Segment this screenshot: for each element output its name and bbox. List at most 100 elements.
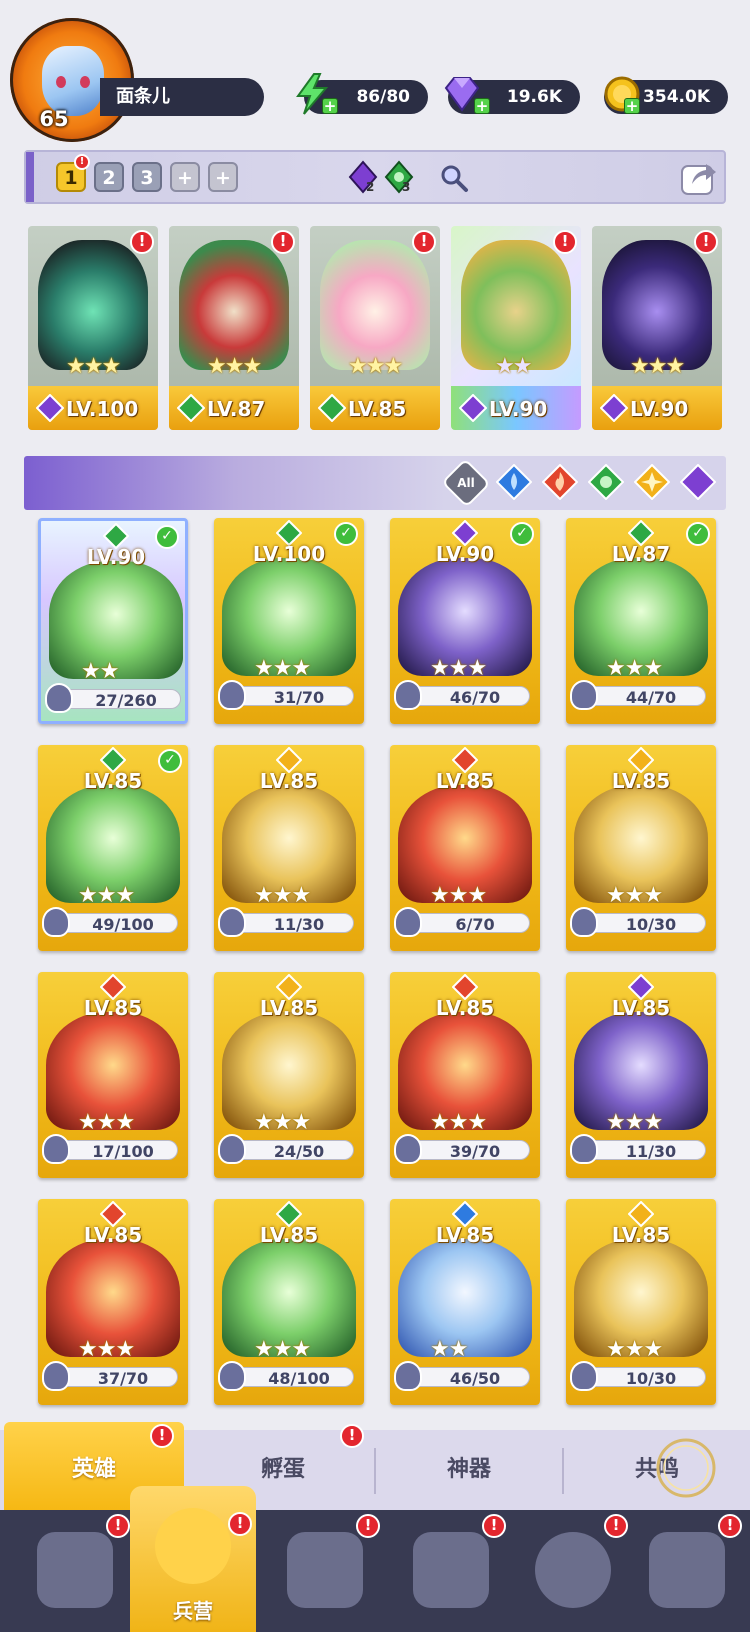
hero-level: LV.90	[435, 542, 495, 566]
hero-level: LV.85	[83, 996, 143, 1020]
level-band: LV.87	[169, 386, 299, 430]
add-team-slot-button[interactable]: +	[208, 162, 238, 192]
hero-level: LV.100	[252, 542, 326, 566]
team-hero-card[interactable]: ! ★★ LV.90	[451, 226, 581, 430]
level-band: LV.100	[28, 386, 158, 430]
nav-clan[interactable]: !	[624, 1510, 750, 1632]
bottom-nav: ! ! 兵营 ! ! ! !	[0, 1486, 750, 1632]
hero-portrait	[320, 240, 430, 370]
shard-count: 10/30	[625, 915, 677, 934]
hero-card[interactable]: LV.85 ★★★ 17/100	[38, 972, 188, 1178]
team-hero-card[interactable]: ! ★★★ LV.87	[169, 226, 299, 430]
team-slot-2[interactable]: 2	[94, 162, 124, 192]
alert-badge: !	[228, 1512, 252, 1536]
shard-count: 11/30	[625, 1142, 677, 1161]
player-level: 65	[39, 107, 69, 131]
in-team-check-icon: ✓	[510, 522, 534, 546]
hero-level: LV.100	[66, 397, 139, 421]
filter-light-icon[interactable]	[634, 464, 670, 500]
banner-icon	[649, 1532, 725, 1608]
mushroom-house-icon	[535, 1532, 611, 1608]
nav-cards[interactable]: !	[12, 1510, 138, 1632]
barracks-fist-icon	[155, 1508, 231, 1584]
hero-card[interactable]: LV.87 ✓ ★★★ 44/70	[566, 518, 716, 724]
add-energy-button[interactable]: +	[322, 98, 338, 114]
dark-element-count: 2	[366, 180, 375, 194]
filter-all[interactable]: All	[441, 458, 491, 508]
hero-portrait	[38, 240, 148, 370]
element-filter-bar: All	[24, 456, 726, 510]
player-name[interactable]: 面条儿	[100, 78, 264, 116]
hero-card[interactable]: LV.85 ★★ 46/50	[390, 1199, 540, 1405]
hero-card[interactable]: LV.85 ✓ ★★★ 49/100	[38, 745, 188, 951]
team-slot-3[interactable]: 3	[132, 162, 162, 192]
share-icon[interactable]	[678, 158, 720, 198]
hero-stars: ★★★	[606, 1110, 663, 1135]
hero-level: LV.85	[611, 769, 671, 793]
hero-stars: ★★★	[254, 656, 311, 681]
hero-level: LV.85	[83, 1223, 143, 1247]
hero-card[interactable]: LV.100 ✓ ★★★ 31/70	[214, 518, 364, 724]
hero-stars: ★★★	[606, 883, 663, 908]
hero-stars: ★★★	[630, 354, 685, 379]
alert-badge: !	[482, 1514, 506, 1538]
nav-guild[interactable]: !	[510, 1510, 636, 1632]
in-team-check-icon: ✓	[686, 522, 710, 546]
shard-count: 27/260	[95, 691, 157, 710]
add-coins-button[interactable]: +	[624, 98, 640, 114]
hero-card[interactable]: LV.85 ★★★ 37/70	[38, 1199, 188, 1405]
add-team-slot-button[interactable]: +	[170, 162, 200, 192]
in-team-check-icon: ✓	[155, 525, 179, 549]
shard-count: 37/70	[97, 1369, 149, 1388]
hero-card[interactable]: LV.85 ★★★ 11/30	[566, 972, 716, 1178]
dark-element-icon	[459, 394, 487, 422]
nav-adventure[interactable]: !	[262, 1510, 388, 1632]
hero-card[interactable]: LV.85 ★★★ 10/30	[566, 745, 716, 951]
cards-icon	[37, 1532, 113, 1608]
nav-castle[interactable]: !	[388, 1510, 514, 1632]
nav-barracks[interactable]: ! 兵营	[130, 1486, 256, 1632]
hero-stars: ★★★	[78, 1337, 135, 1362]
hero-card[interactable]: LV.90 ✓ ★★ 27/260	[38, 518, 188, 724]
hero-level: LV.85	[83, 769, 143, 793]
alert-badge: !	[271, 230, 295, 254]
team-hero-card[interactable]: ! ★★★ LV.90	[592, 226, 722, 430]
filter-nature-icon[interactable]	[588, 464, 624, 500]
team-hero-card[interactable]: ! ★★★ LV.85	[310, 226, 440, 430]
hero-level: LV.85	[348, 397, 407, 421]
hero-stars: ★★★	[254, 883, 311, 908]
alert-badge: !	[130, 230, 154, 254]
hero-level: LV.85	[259, 996, 319, 1020]
hero-level: LV.85	[259, 769, 319, 793]
hero-stars: ★★★	[606, 656, 663, 681]
filter-water-icon[interactable]	[496, 464, 532, 500]
dark-element-icon	[600, 394, 628, 422]
hero-stars: ★★	[495, 354, 532, 379]
hero-stars: ★★★	[254, 1337, 311, 1362]
hero-stars: ★★★	[207, 354, 262, 379]
alert-badge: !	[694, 230, 718, 254]
add-gems-button[interactable]: +	[474, 98, 490, 114]
map-book-icon	[287, 1532, 363, 1608]
hero-stars: ★★★	[430, 656, 487, 681]
hero-stars: ★★★	[606, 1337, 663, 1362]
shard-count: 46/50	[449, 1369, 501, 1388]
team-hero-card[interactable]: ! ★★★ LV.100	[28, 226, 158, 430]
shard-count: 39/70	[449, 1142, 501, 1161]
hero-card[interactable]: LV.85 ★★★ 6/70	[390, 745, 540, 951]
hero-level: LV.90	[489, 397, 548, 421]
hero-level: LV.87	[611, 542, 671, 566]
hero-card[interactable]: LV.85 ★★★ 11/30	[214, 745, 364, 951]
hero-card[interactable]: LV.85 ★★★ 24/50	[214, 972, 364, 1178]
filter-fire-icon[interactable]	[542, 464, 578, 500]
filter-dark-icon[interactable]	[680, 464, 716, 500]
hero-card[interactable]: LV.90 ✓ ★★★ 46/70	[390, 518, 540, 724]
sparkle-ring-icon	[656, 1438, 716, 1498]
filter-all-label: All	[457, 476, 475, 490]
magnify-icon[interactable]	[438, 162, 470, 194]
hero-card[interactable]: LV.85 ★★★ 39/70	[390, 972, 540, 1178]
hero-card[interactable]: LV.85 ★★★ 48/100	[214, 1199, 364, 1405]
shard-count: 46/70	[449, 688, 501, 707]
hero-card[interactable]: LV.85 ★★★ 10/30	[566, 1199, 716, 1405]
tab-artifacts[interactable]: 神器	[376, 1430, 562, 1510]
